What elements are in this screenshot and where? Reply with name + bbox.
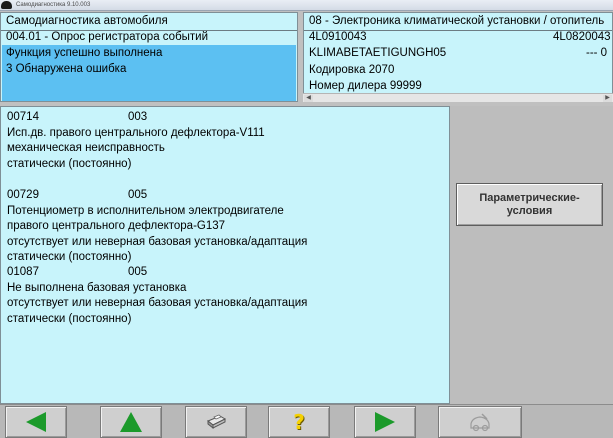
window-titlebar: Самодиагностика 9.10.003	[0, 0, 613, 11]
window-title: Самодиагностика 9.10.003	[16, 2, 91, 8]
fault-code: 01087	[7, 266, 39, 278]
header-right-panel: 08 - Электроника климатической установки…	[303, 12, 613, 102]
fault-frequency: статически (постоянно)	[7, 157, 132, 170]
header-title: Самодиагностика автомобиля	[6, 15, 168, 27]
fault-code: 00729	[7, 189, 39, 201]
help-button[interactable]: ?	[268, 406, 330, 438]
print-button[interactable]	[185, 406, 247, 438]
part-number-secondary: 4L0820043	[553, 31, 611, 43]
car-tool-icon	[470, 413, 490, 432]
fault-list[interactable]: 00714 003 Исп.дв. правого центрального де…	[0, 106, 450, 404]
fault-frequency: статически (постоянно)	[7, 312, 132, 325]
fault-entry[interactable]: 00714 003 Исп.дв. правого центрального де…	[7, 110, 265, 172]
scroll-left-icon[interactable]: ◀	[304, 95, 313, 102]
tool-button-disabled[interactable]	[438, 406, 522, 438]
fault-status: 005	[128, 189, 148, 201]
param-button-label-1: Параметрические-	[479, 191, 580, 204]
help-icon: ?	[293, 410, 305, 434]
fault-description: Потенциометр в исполнительном электродви…	[7, 204, 284, 217]
component-id: KLIMABETAETIGUNGH05	[309, 47, 447, 59]
fault-description-cont: правого центрального дефлектора-G137	[7, 220, 226, 233]
fault-entry[interactable]: 00729 005 Потенциометр в исполнительном э…	[7, 188, 307, 266]
arrow-left-icon	[26, 412, 46, 432]
fault-description: Исп.дв. правого центрального дефлектора-…	[7, 126, 265, 139]
control-unit-name: 08 - Электроника климатической установки…	[309, 15, 605, 27]
part-number: 4L0910043	[309, 31, 367, 43]
horizontal-scrollbar[interactable]: ◀ ▶	[303, 93, 613, 102]
fault-detail: отсутствует или неверная базовая установ…	[7, 235, 308, 248]
parameter-conditions-button[interactable]: Параметрические- условия	[456, 183, 603, 226]
up-button[interactable]	[100, 406, 162, 438]
dealer-number: Номер дилера 99999	[309, 80, 422, 92]
fault-status: 003	[128, 111, 148, 123]
forward-button[interactable]	[354, 406, 416, 438]
printer-icon	[207, 414, 227, 430]
fault-description: Не выполнена базовая установка	[7, 281, 187, 294]
param-button-label-2: условия	[506, 204, 553, 217]
fault-count: 3 Обнаружена ошибка	[6, 63, 127, 75]
fault-frequency: статически (постоянно)	[7, 251, 132, 264]
car-icon	[1, 1, 12, 9]
component-version: --- 0	[586, 47, 608, 59]
coding-value: Кодировка 2070	[309, 64, 395, 76]
fault-detail: отсутствует или неверная базовая установ…	[7, 297, 308, 310]
scroll-right-icon[interactable]: ▶	[603, 95, 612, 102]
back-button[interactable]	[5, 406, 67, 438]
function-name: 004.01 - Опрос регистратора событий	[6, 31, 209, 43]
header-left-panel: Самодиагностика автомобиля 004.01 - Опро…	[0, 12, 298, 102]
fault-status: 005	[128, 266, 148, 278]
fault-detail: механическая неисправность	[7, 142, 165, 155]
fault-code: 00714	[7, 111, 39, 123]
side-panel	[450, 106, 613, 404]
fault-entry[interactable]: 01087 005 Не выполнена базовая установка …	[7, 265, 307, 327]
arrow-right-icon	[375, 412, 395, 432]
status-message: Функция успешно выполнена	[6, 47, 163, 59]
arrow-up-icon	[120, 412, 142, 432]
